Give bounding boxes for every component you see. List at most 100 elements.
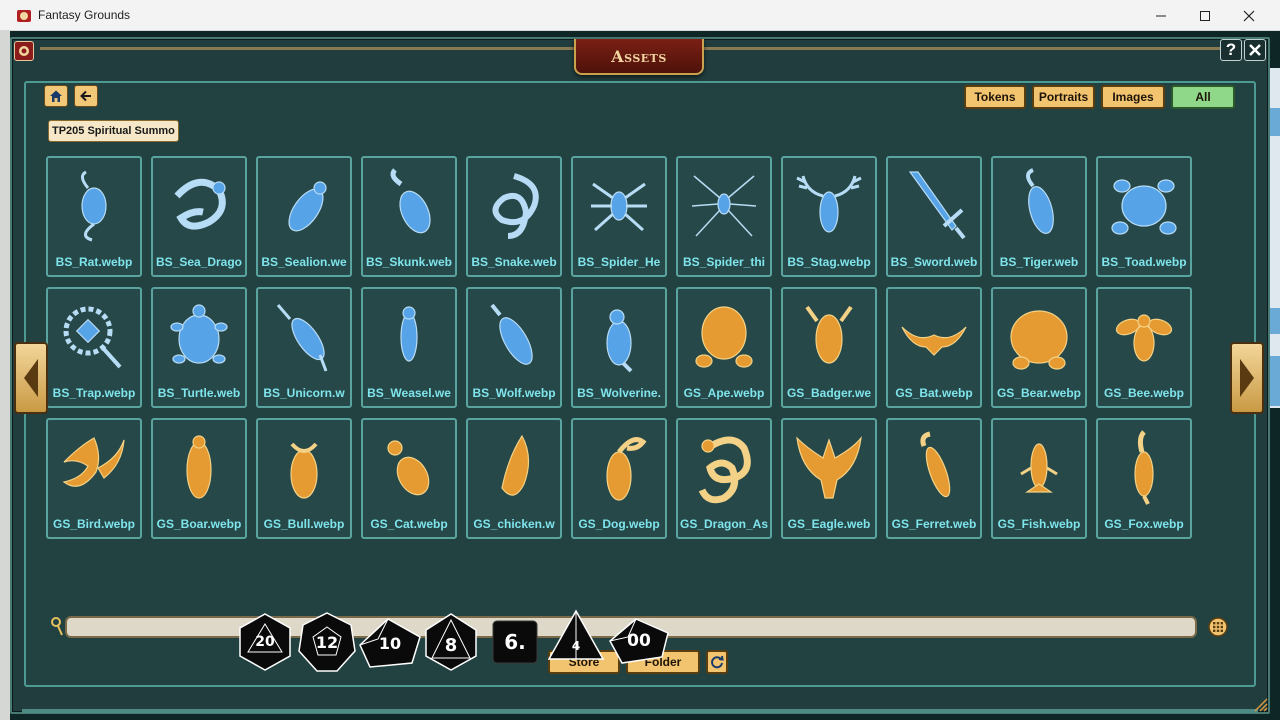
weasel-icon [400,306,418,362]
filter-images-button[interactable]: Images [1101,85,1165,109]
d12-die[interactable]: 12 [297,611,357,673]
asset-name: BS_Tiger.web [999,255,1079,269]
d100-die[interactable]: 00 [608,617,670,665]
asset-thumbnail [476,295,552,377]
asset-name: GS_Dog.webp [578,517,660,531]
asset-thumbnail [476,426,552,508]
asset-tile[interactable]: GS_Bee.webp [1096,287,1192,408]
wolverine-icon [606,309,633,373]
asset-tile[interactable]: GS_Bat.webp [886,287,982,408]
asset-tile[interactable]: GS_Ape.webp [676,287,772,408]
asset-name: BS_Sealion.we [261,255,347,269]
asset-thumbnail [896,295,972,377]
asset-name: GS_Boar.webp [156,517,242,531]
asset-thumbnail [791,164,867,246]
minimize-button[interactable] [1138,0,1184,31]
asset-tile[interactable]: GS_Fish.webp [991,418,1087,539]
os-titlebar: Fantasy Grounds [0,0,1280,31]
chicken-icon [501,434,530,496]
maximize-icon [1200,10,1210,21]
asset-name: GS_Fox.webp [1104,517,1184,531]
filter-tokens-button[interactable]: Tokens [964,85,1026,109]
d10-die[interactable]: 10 [358,617,422,669]
asset-tile[interactable]: BS_Wolf.webp [466,287,562,408]
view-grid-icon[interactable] [1208,617,1228,637]
close-window-button[interactable] [1226,0,1272,31]
help-button[interactable]: ? [1220,39,1242,61]
asset-name: BS_Wolverine. [577,386,661,400]
d20-die[interactable]: 20 [236,612,294,672]
home-button[interactable] [44,85,68,107]
asset-tile[interactable]: BS_Weasel.we [361,287,457,408]
asset-tile[interactable]: BS_Toad.webp [1096,156,1192,277]
asset-tile[interactable]: GS_Bird.webp [46,418,142,539]
page-prev-button[interactable] [14,342,48,414]
asset-tile[interactable]: BS_Wolverine. [571,287,667,408]
asset-tile[interactable]: GS_Dog.webp [571,418,667,539]
asset-thumbnail [581,295,657,377]
asset-thumbnail [56,164,132,246]
asset-tile[interactable]: GS_chicken.w [466,418,562,539]
asset-thumbnail [686,426,762,508]
asset-name: GS_Badger.we [786,386,872,400]
asset-tile[interactable]: GS_Eagle.web [781,418,877,539]
asset-tile[interactable]: GS_Ferret.web [886,418,982,539]
asset-name: BS_Spider_He [577,255,661,269]
maximize-button[interactable] [1182,0,1228,31]
resize-grip-icon[interactable] [1252,696,1268,712]
asset-tile[interactable]: BS_Sea_Drago [151,156,247,277]
page-next-button[interactable] [1230,342,1264,414]
panel-bottom-rail [22,709,1258,713]
asset-thumbnail [476,164,552,246]
asset-tile[interactable]: GS_Dragon_As [676,418,772,539]
asset-thumbnail [896,426,972,508]
asset-name: BS_Snake.web [471,255,557,269]
d12-label: 12 [315,632,339,652]
asset-tile[interactable]: BS_Stag.webp [781,156,877,277]
asset-tile[interactable]: BS_Sealion.we [256,156,352,277]
asset-tile[interactable]: BS_Spider_He [571,156,667,277]
asset-tile[interactable]: BS_Tiger.web [991,156,1087,277]
asset-tile[interactable]: BS_Skunk.web [361,156,457,277]
d6-die[interactable]: 6. [491,619,539,665]
asset-tile[interactable]: BS_Snake.web [466,156,562,277]
asset-name: BS_Spider_thi [682,255,766,269]
home-icon [50,90,62,102]
panel-title-plate: Assets [574,39,704,75]
asset-tile[interactable]: BS_Trap.webp [46,287,142,408]
d4-label: 4 [571,639,581,653]
asset-tile[interactable]: GS_Bear.webp [991,287,1087,408]
search-icon [51,617,63,636]
back-button[interactable] [74,85,98,107]
close-panel-button[interactable] [1244,39,1266,61]
filter-portraits-button[interactable]: Portraits [1032,85,1095,109]
asset-tile[interactable]: BS_Unicorn.w [256,287,352,408]
refresh-button[interactable] [706,650,728,674]
asset-name: GS_Bee.webp [1103,386,1185,400]
wolf-icon [490,303,533,365]
asset-tile[interactable]: GS_Bull.webp [256,418,352,539]
asset-name: BS_Turtle.web [157,386,241,400]
asset-tile[interactable]: GS_Badger.we [781,287,877,408]
panel-menu-button[interactable] [14,41,34,61]
bear-icon [1010,310,1068,370]
asset-thumbnail [266,295,342,377]
asset-name: BS_Rat.webp [55,255,133,269]
dog-icon [606,437,647,501]
asset-tile[interactable]: BS_Sword.web [886,156,982,277]
asset-tile[interactable]: BS_Turtle.web [151,287,247,408]
asset-tile[interactable]: BS_Rat.webp [46,156,142,277]
asset-name: GS_Bear.webp [996,386,1082,400]
sealion-icon [288,181,327,232]
asset-tile[interactable]: GS_Boar.webp [151,418,247,539]
asset-tile[interactable]: GS_Fox.webp [1096,418,1192,539]
asset-tile[interactable]: BS_Spider_thi [676,156,772,277]
asset-tile[interactable]: GS_Cat.webp [361,418,457,539]
d4-die[interactable]: 4 [547,609,605,665]
assets-panel: Assets ? TP205 Spiritual Summo Tokens Po… [10,37,1270,714]
d8-die[interactable]: 8 [424,612,478,672]
stag-icon [796,175,862,233]
filter-all-button[interactable]: All [1171,85,1235,109]
asset-name: BS_Stag.webp [787,255,871,269]
asset-thumbnail [1001,426,1077,508]
